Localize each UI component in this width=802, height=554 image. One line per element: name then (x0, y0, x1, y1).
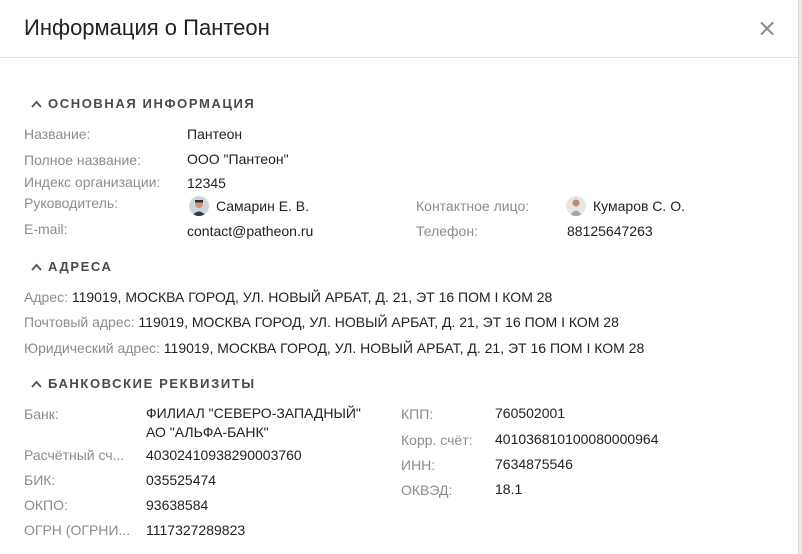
section-bank-title: БАНКОВСКИЕ РЕКВИЗИТЫ (48, 376, 256, 391)
bik-label: БИК: (24, 472, 56, 488)
legal-address-value: 119019, МОСКВА ГОРОД, УЛ. НОВЫЙ АРБАТ, Д… (163, 340, 645, 356)
chevron-up-icon (31, 263, 42, 271)
email-label: E-mail: (24, 221, 68, 237)
inn-label: ИНН: (401, 457, 436, 473)
phone-value: 88125647263 (567, 223, 653, 239)
postal-address-row: Почтовый адрес: 119019, МОСКВА ГОРОД, УЛ… (24, 314, 619, 330)
name-label: Название: (24, 126, 91, 142)
index-value: 12345 (187, 175, 226, 191)
dialog-title: Информация о Пантеон (24, 15, 270, 40)
section-bank-toggle[interactable]: БАНКОВСКИЕ РЕКВИЗИТЫ (31, 376, 256, 391)
bank-value-line2: АО "АЛЬФА-БАНК" (146, 424, 269, 440)
avatar (189, 196, 209, 216)
bank-label: Банк: (24, 406, 59, 422)
legal-address-row: Юридический адрес: 119019, МОСКВА ГОРОД,… (24, 340, 644, 356)
organization-info-dialog: Информация о Пантеон × ОСНОВНАЯ ИНФОРМАЦ… (0, 0, 802, 554)
corr-account-value: 40103681010008000096​4 (495, 431, 659, 447)
head-label: Руководитель: (24, 195, 119, 211)
section-basic-title: ОСНОВНАЯ ИНФОРМАЦИЯ (48, 96, 256, 111)
fullname-label: Полное название: (24, 152, 141, 168)
head-value: Самарин Е. В. (216, 198, 310, 214)
section-basic-toggle[interactable]: ОСНОВНАЯ ИНФОРМАЦИЯ (31, 96, 255, 111)
okved-label: ОКВЭД: (401, 482, 453, 498)
chevron-up-icon (31, 100, 42, 108)
scrollbar[interactable] (798, 0, 802, 554)
address-value: 119019, МОСКВА ГОРОД, УЛ. НОВЫЙ АРБАТ, Д… (71, 289, 553, 305)
avatar (566, 196, 586, 216)
okpo-label: ОКПО: (24, 497, 68, 513)
corr-account-label: Корр. счёт: (401, 432, 473, 448)
section-addresses-toggle[interactable]: АДРЕСА (31, 259, 113, 274)
legal-address-label: Юридический адрес: (24, 340, 164, 356)
fullname-value: ООО "Пантеон" (187, 151, 289, 167)
phone-label: Телефон: (416, 223, 478, 239)
contact-value: Кумаров С. О. (593, 198, 685, 214)
head-person[interactable]: Самарин Е. В. (189, 196, 309, 216)
postal-address-label: Почтовый адрес: (24, 314, 139, 330)
index-label: Индекс организации: (24, 174, 161, 190)
account-value: 40302410938290003760 (146, 447, 302, 463)
kpp-label: КПП: (401, 406, 434, 422)
ogrn-value: 1117327289823 (146, 522, 246, 538)
contact-person[interactable]: Кумаров С. О. (566, 196, 685, 216)
email-value[interactable]: contact@patheon.ru (187, 223, 313, 239)
bank-value-line1: ФИЛИАЛ "СЕВЕРО-ЗАПАДНЫЙ" (146, 405, 361, 421)
section-addresses-title: АДРЕСА (48, 259, 113, 274)
name-value: Пантеон (187, 126, 243, 142)
ogrn-label: ОГРН (ОГРНИ... (24, 522, 131, 538)
bik-value: 035525474 (146, 472, 217, 488)
contact-label: Контактное лицо: (416, 198, 530, 214)
close-icon[interactable]: × (757, 16, 777, 40)
okpo-value: 93638584 (146, 497, 209, 513)
okved-value: 18.1 (495, 481, 523, 497)
kpp-value: 760502001 (495, 405, 566, 421)
address-row: Адрес: 119019, МОСКВА ГОРОД, УЛ. НОВЫЙ А… (24, 289, 552, 305)
dialog-header: Информация о Пантеон × (0, 0, 798, 58)
inn-value: 7634875546 (495, 456, 573, 472)
postal-address-value: 119019, МОСКВА ГОРОД, УЛ. НОВЫЙ АРБАТ, Д… (138, 314, 619, 330)
chevron-up-icon (31, 380, 42, 388)
account-label: Расчётный сч... (24, 447, 125, 463)
address-label: Адрес: (24, 289, 72, 305)
